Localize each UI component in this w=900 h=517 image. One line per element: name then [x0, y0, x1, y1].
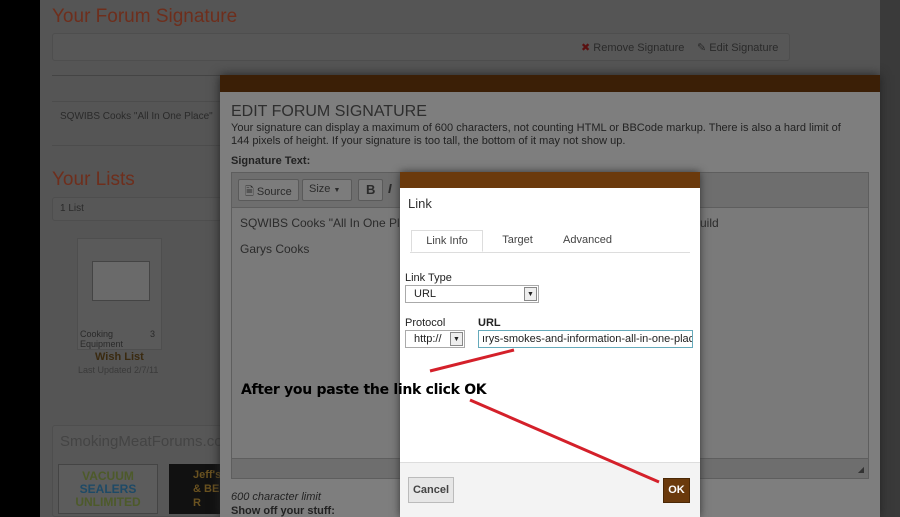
annotation-arrow-to-ok [469, 398, 660, 484]
annotation-arrows [429, 348, 660, 484]
annotation-text: After you paste the link click OK [241, 382, 487, 398]
annotation-arrow-to-url [429, 348, 515, 373]
